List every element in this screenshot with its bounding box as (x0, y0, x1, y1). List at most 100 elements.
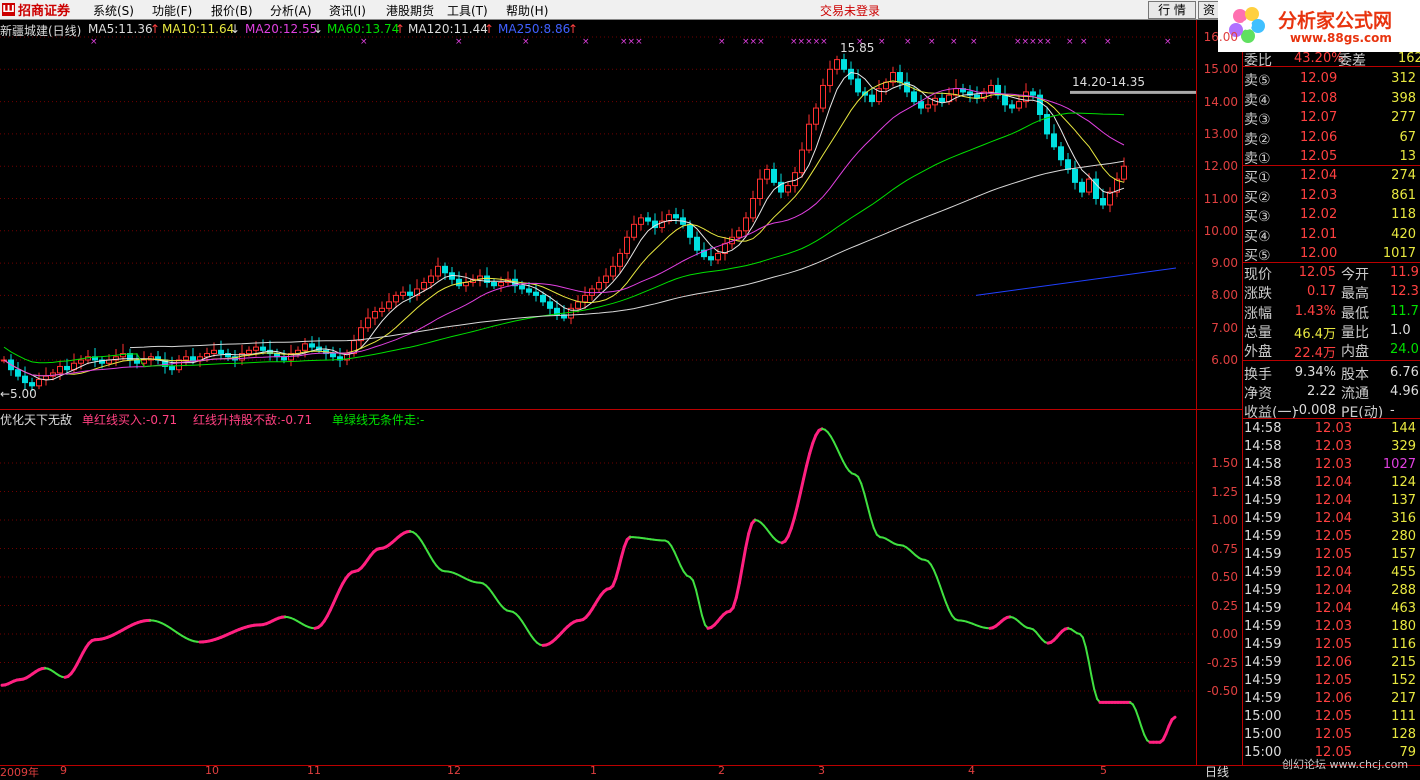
indicator-red-segment (804, 466, 807, 479)
candle-body (583, 295, 588, 301)
candle-body (576, 302, 581, 308)
signal-marker: ××× (742, 37, 765, 47)
candle-body (443, 266, 448, 272)
price-axis-tick: 9.00 (1198, 256, 1238, 270)
stat-label: 最低 (1341, 303, 1369, 323)
menu-hk-futures[interactable]: 港股期货 (386, 2, 434, 19)
indicator-axis-tick: 0.50 (1198, 570, 1238, 584)
indicator-red-segment (743, 548, 746, 565)
indicator-green-segment (674, 552, 677, 559)
tick-volume: 111 (1374, 709, 1416, 724)
candle-body (261, 347, 266, 350)
tick-price: 12.05 (1296, 673, 1352, 688)
candle-body (394, 295, 399, 301)
candle-body (520, 286, 525, 289)
price-axis-tick: 11.00 (1198, 192, 1238, 206)
tick-price: 12.04 (1296, 493, 1352, 508)
quote-button[interactable]: 行 情 (1148, 1, 1196, 19)
candle-body (625, 237, 630, 253)
indicator-axis-tick: 0.25 (1198, 599, 1238, 613)
trade-button[interactable]: 资 (1198, 1, 1220, 19)
candle-body (1059, 147, 1064, 160)
signal-marker: ××× (620, 37, 643, 47)
signal-marker: ××××× (790, 37, 828, 47)
candle-body (611, 266, 616, 276)
signal-marker: × (582, 37, 590, 47)
candle-body (1073, 169, 1078, 182)
watermark-url: www.88gs.com (1290, 31, 1392, 45)
stat-label: 涨跌 (1244, 283, 1272, 303)
buy-level-volume: 861 (1360, 188, 1416, 203)
menu-help[interactable]: 帮助(H) (506, 2, 548, 19)
candle-body (940, 98, 945, 101)
indicator-green-segment (840, 455, 843, 461)
candle-body (44, 376, 49, 379)
candle-body (548, 302, 553, 308)
candle-body (1087, 179, 1092, 192)
indicator-axis-tick: 0.75 (1198, 542, 1238, 556)
quote-separator (1242, 418, 1420, 419)
indicator-red-segment (1172, 717, 1175, 719)
candle-body (1108, 192, 1113, 205)
tick-time: 14:59 (1244, 673, 1281, 688)
candle-body (1052, 134, 1057, 147)
indicator-red-segment (810, 443, 813, 453)
signal-marker: × (1080, 37, 1088, 47)
tick-time: 14:58 (1244, 439, 1281, 454)
candle-body (1101, 199, 1106, 205)
candle-body (303, 344, 308, 350)
menu-function[interactable]: 功能(F) (152, 2, 192, 19)
candle-body (373, 312, 378, 318)
menu-tools[interactable]: 工具(T) (447, 2, 488, 19)
sell-level-label: 卖④ (1244, 90, 1271, 110)
stat-value: 11.9 (1390, 265, 1419, 280)
menu-quote[interactable]: 报价(B) (211, 2, 253, 19)
indicator-green-segment (940, 586, 943, 595)
candle-body (737, 231, 742, 237)
time-axis-tick: 1 (590, 764, 597, 777)
candle-body (646, 218, 651, 221)
signal-marker: × (970, 37, 978, 47)
candle-body (695, 237, 700, 250)
indicator-green-segment (937, 578, 940, 586)
tick-price: 12.04 (1296, 511, 1352, 526)
period-label[interactable]: 日线 (1205, 763, 1229, 780)
menu-system[interactable]: 系统(S) (93, 2, 134, 19)
indicator-green-segment (1136, 710, 1139, 718)
tick-price: 12.03 (1296, 457, 1352, 472)
menu-news[interactable]: 资讯(I) (329, 2, 366, 19)
candle-body (219, 350, 224, 353)
indicator-green-segment (874, 528, 877, 535)
sell-level-volume: 13 (1360, 149, 1416, 164)
stat-value: 12.05 (1288, 265, 1336, 280)
price-chart[interactable]: ×××××××××××××××××××××××××××××××× (0, 20, 1196, 409)
buy-level-label: 买④ (1244, 226, 1271, 246)
tick-volume: 157 (1374, 547, 1416, 562)
candle-body (814, 108, 819, 124)
tick-price: 12.04 (1296, 475, 1352, 490)
candle-body (254, 347, 259, 350)
sell-level-price: 12.05 (1300, 149, 1337, 164)
candle-body (856, 79, 861, 92)
sell-level-volume: 67 (1360, 130, 1416, 145)
buy-level-price: 12.04 (1300, 168, 1337, 183)
tick-volume: 280 (1374, 529, 1416, 544)
stat-label: 今开 (1341, 264, 1369, 284)
order-diff-value: 162 (1398, 51, 1420, 66)
tick-volume: 128 (1374, 727, 1416, 742)
price-axis-tick: 13.00 (1198, 127, 1238, 141)
candle-body (807, 124, 812, 150)
indicator-red-segment (619, 557, 622, 568)
candle-body (835, 60, 840, 70)
candle-body (457, 279, 462, 285)
tick-time: 14:59 (1244, 565, 1281, 580)
ma60-line (4, 113, 1124, 367)
indicator-chart[interactable] (0, 410, 1196, 765)
stat-label: 涨幅 (1244, 303, 1272, 323)
candle-body (429, 276, 434, 282)
tick-volume: 455 (1374, 565, 1416, 580)
menu-analysis[interactable]: 分析(A) (270, 2, 312, 19)
signal-marker: × (90, 37, 98, 47)
resistance-bar (1070, 91, 1196, 94)
trade-login-status: 交易未登录 (820, 2, 880, 19)
